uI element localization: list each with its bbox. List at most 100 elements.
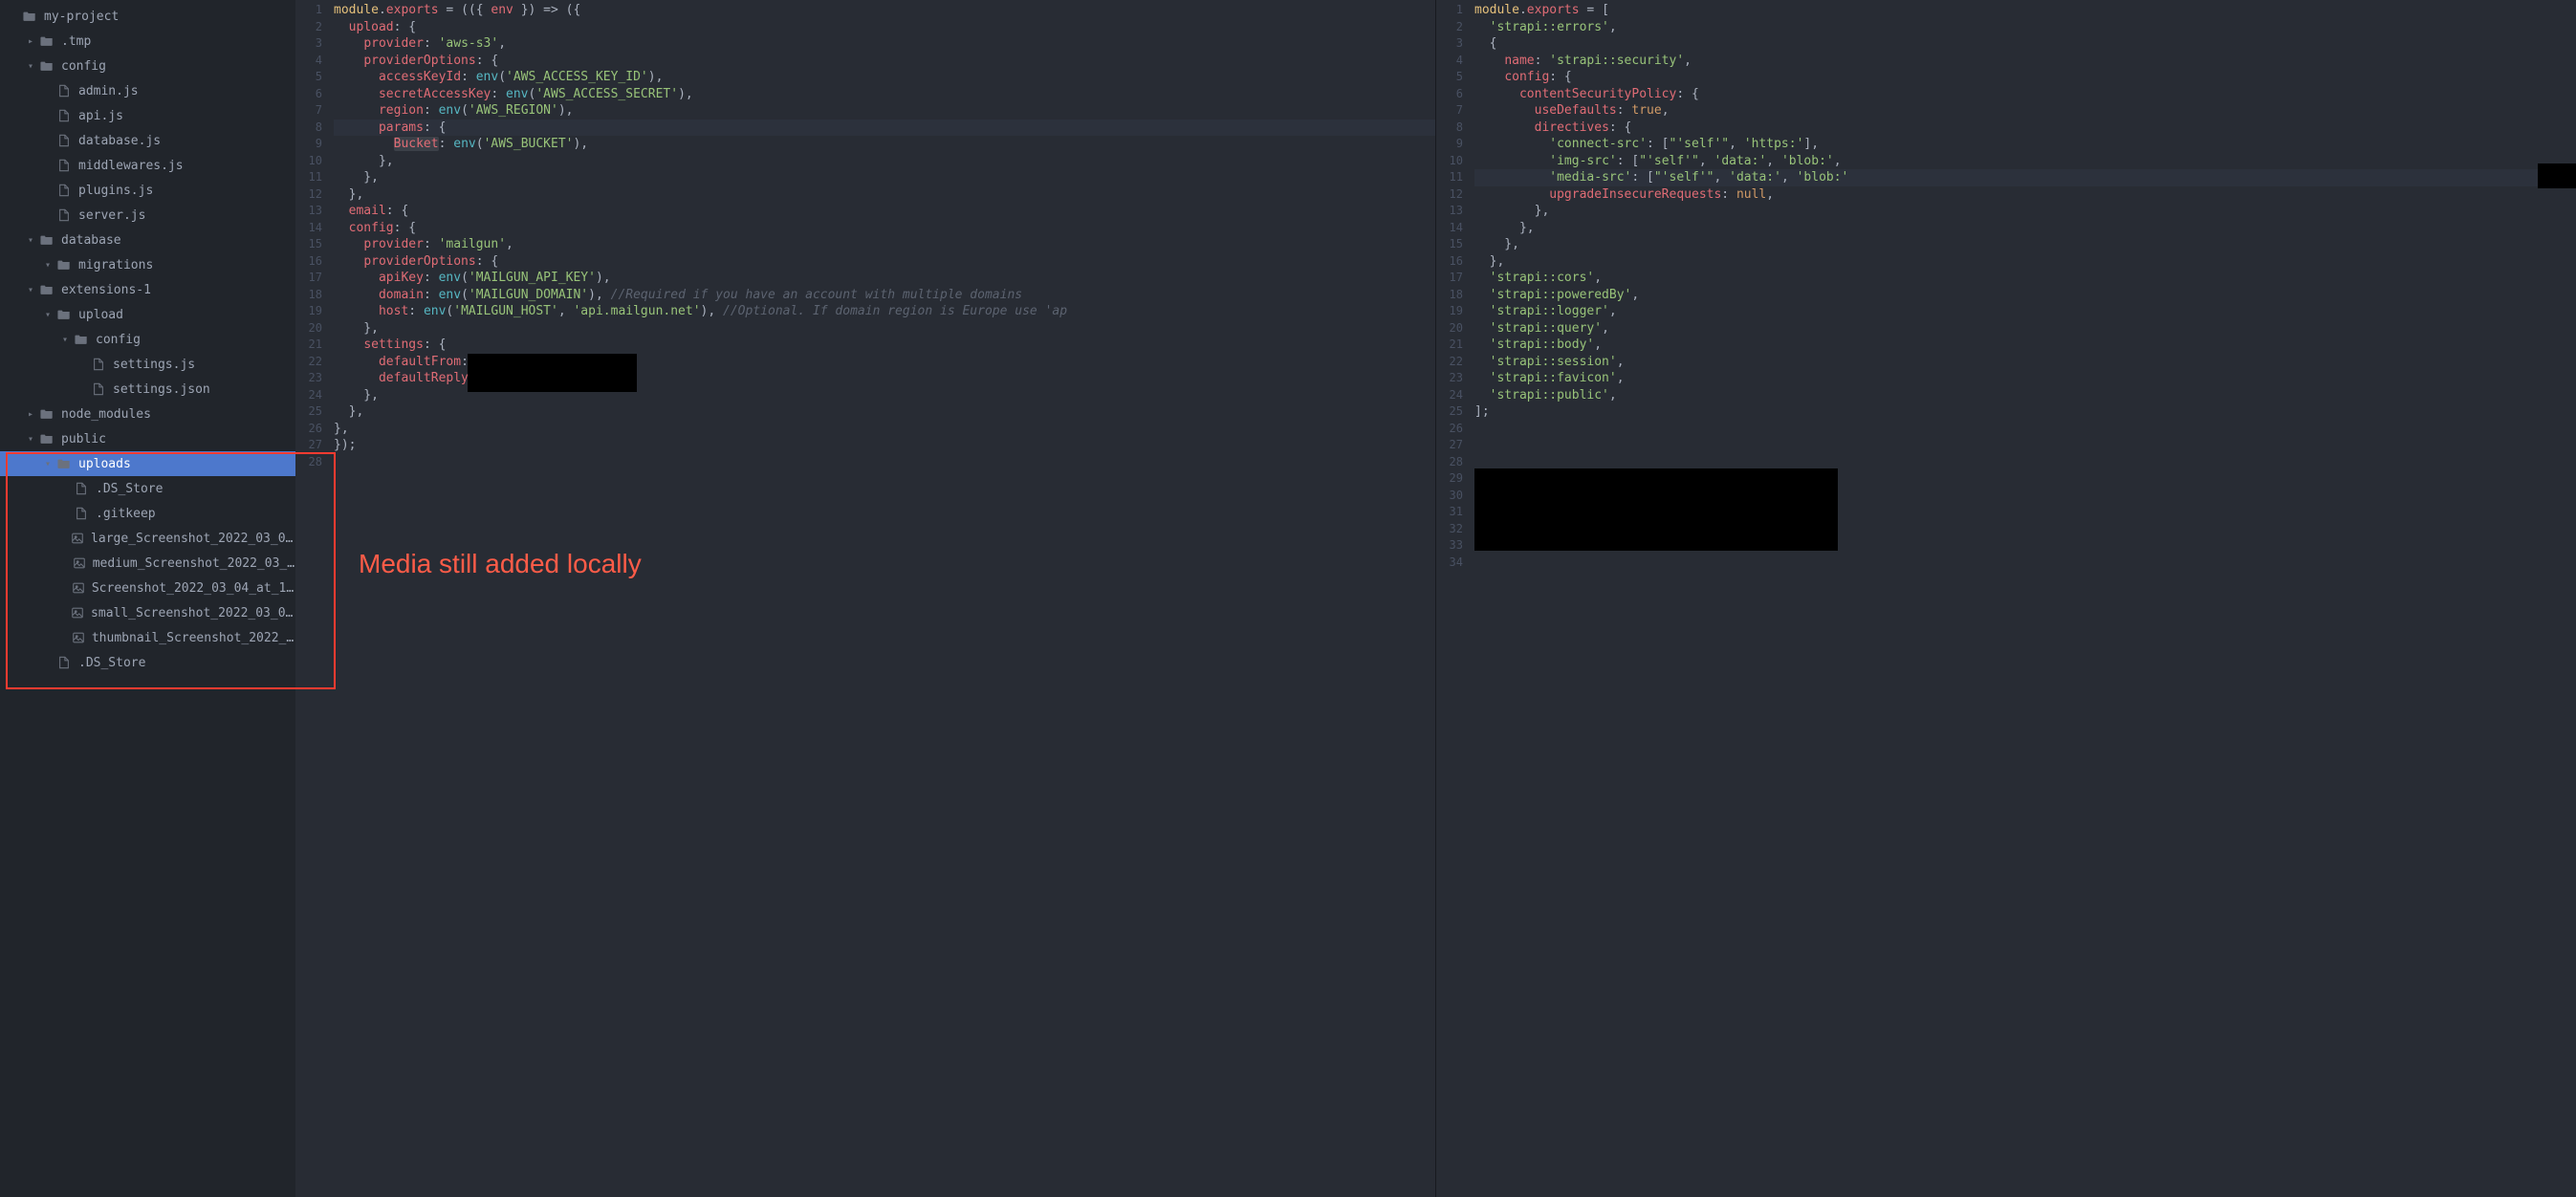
code-line[interactable]: 'media-src': ["'self'", 'data:', 'blob:' [1474, 169, 2576, 186]
tree-folder[interactable]: ▸my-project [0, 4, 295, 29]
tree-folder[interactable]: ▸node_modules [0, 402, 295, 426]
tree-folder[interactable]: ▾public [0, 426, 295, 451]
file-icon [55, 109, 73, 122]
code-line[interactable]: }); [334, 437, 1435, 454]
code-line[interactable]: directives: { [1474, 120, 2576, 137]
tree-file[interactable]: ▸settings.js [0, 352, 295, 377]
code-line[interactable]: ]; [1474, 403, 2576, 421]
tree-file[interactable]: ▸medium_Screenshot_2022_03_04_a [0, 551, 295, 576]
code-line[interactable]: 'strapi::body', [1474, 337, 2576, 354]
code-area[interactable]: module.exports = (({ env }) => ({ upload… [334, 0, 1435, 1197]
code-line[interactable]: { [1474, 35, 2576, 53]
editor-pane-right[interactable]: 1234567891011121314151617181920212223242… [1435, 0, 2576, 1197]
code-line[interactable]: }, [334, 320, 1435, 337]
tree-file[interactable]: ▸large_Screenshot_2022_03_04_at_1 [0, 526, 295, 551]
tree-file[interactable]: ▸server.js [0, 203, 295, 228]
tree-file[interactable]: ▸database.js [0, 128, 295, 153]
code-line[interactable]: params: { [334, 120, 1435, 137]
code-line[interactable]: accessKeyId: env('AWS_ACCESS_KEY_ID'), [334, 69, 1435, 86]
code-line[interactable]: }, [334, 403, 1435, 421]
code-line[interactable]: 'strapi::public', [1474, 387, 2576, 404]
code-line[interactable]: domain: env('MAILGUN_DOMAIN'), //Require… [334, 287, 1435, 304]
chevron-icon[interactable]: ▾ [40, 260, 55, 271]
code-line[interactable]: email: { [334, 203, 1435, 220]
tree-file[interactable]: ▸api.js [0, 103, 295, 128]
code-line[interactable]: config: { [1474, 69, 2576, 86]
code-line[interactable]: apiKey: env('MAILGUN_API_KEY'), [334, 270, 1435, 287]
code-line[interactable]: }, [334, 186, 1435, 204]
code-line[interactable]: 'strapi::poweredBy', [1474, 287, 2576, 304]
code-line[interactable] [1474, 555, 2576, 572]
tree-file[interactable]: ▸settings.json [0, 377, 295, 402]
code-line[interactable]: 'strapi::cors', [1474, 270, 2576, 287]
chevron-icon[interactable]: ▾ [40, 310, 55, 320]
code-line[interactable]: 'img-src': ["'self'", 'data:', 'blob:', [1474, 153, 2576, 170]
tree-folder[interactable]: ▾database [0, 228, 295, 252]
tree-file[interactable]: ▸Screenshot_2022_03_04_at_14_57_ [0, 576, 295, 600]
line-number: 10 [1436, 153, 1463, 170]
code-line[interactable]: upgradeInsecureRequests: null, [1474, 186, 2576, 204]
code-line[interactable]: }, [334, 153, 1435, 170]
tree-folder[interactable]: ▾extensions-1 [0, 277, 295, 302]
tree-folder[interactable]: ▾migrations [0, 252, 295, 277]
code-line[interactable]: 'strapi::favicon', [1474, 370, 2576, 387]
code-line[interactable]: providerOptions: { [334, 253, 1435, 271]
file-explorer-sidebar[interactable]: ▸my-project▸.tmp▾config▸admin.js▸api.js▸… [0, 0, 295, 1197]
code-line[interactable]: contentSecurityPolicy: { [1474, 86, 2576, 103]
code-line[interactable]: useDefaults: true, [1474, 102, 2576, 120]
tree-folder[interactable]: ▾uploads [0, 451, 295, 476]
chevron-icon[interactable]: ▾ [23, 61, 38, 72]
tree-folder[interactable]: ▾config [0, 54, 295, 78]
folder-icon [55, 308, 73, 321]
code-line[interactable]: Bucket: env('AWS_BUCKET'), [334, 136, 1435, 153]
code-line[interactable]: 'strapi::session', [1474, 354, 2576, 371]
tree-file[interactable]: ▸admin.js [0, 78, 295, 103]
editor-pane-left[interactable]: 1234567891011121314151617181920212223242… [295, 0, 1435, 1197]
code-line[interactable]: providerOptions: { [334, 53, 1435, 70]
chevron-icon[interactable]: ▸ [23, 409, 38, 420]
code-line[interactable] [334, 454, 1435, 471]
tree-file[interactable]: ▸.DS_Store [0, 476, 295, 501]
tree-file[interactable]: ▸plugins.js [0, 178, 295, 203]
code-line[interactable]: 'strapi::errors', [1474, 19, 2576, 36]
tree-file[interactable]: ▸small_Screenshot_2022_03_04_at_1 [0, 600, 295, 625]
code-line[interactable]: provider: 'aws-s3', [334, 35, 1435, 53]
code-line[interactable] [1474, 421, 2576, 438]
tree-folder[interactable]: ▾config [0, 327, 295, 352]
code-line[interactable]: 'strapi::logger', [1474, 303, 2576, 320]
tree-file[interactable]: ▸.DS_Store [0, 650, 295, 675]
code-line[interactable]: provider: 'mailgun', [334, 236, 1435, 253]
line-number: 15 [1436, 236, 1463, 253]
code-line[interactable]: }, [1474, 236, 2576, 253]
chevron-icon[interactable]: ▾ [57, 335, 73, 345]
chevron-icon[interactable]: ▾ [23, 285, 38, 295]
code-line[interactable]: module.exports = [ [1474, 2, 2576, 19]
tree-folder[interactable]: ▾upload [0, 302, 295, 327]
code-area[interactable]: module.exports = [ 'strapi::errors', { n… [1474, 0, 2576, 1197]
code-line[interactable]: }, [1474, 253, 2576, 271]
tree-file[interactable]: ▸.gitkeep [0, 501, 295, 526]
tree-file[interactable]: ▸middlewares.js [0, 153, 295, 178]
line-number: 28 [1436, 454, 1463, 471]
code-line[interactable]: secretAccessKey: env('AWS_ACCESS_SECRET'… [334, 86, 1435, 103]
code-line[interactable]: upload: { [334, 19, 1435, 36]
chevron-icon[interactable]: ▸ [23, 36, 38, 47]
code-line[interactable]: }, [1474, 203, 2576, 220]
code-line[interactable]: settings: { [334, 337, 1435, 354]
tree-folder[interactable]: ▸.tmp [0, 29, 295, 54]
code-line[interactable]: }, [334, 169, 1435, 186]
code-line[interactable]: host: env('MAILGUN_HOST', 'api.mailgun.n… [334, 303, 1435, 320]
code-line[interactable]: }, [1474, 220, 2576, 237]
chevron-icon[interactable]: ▾ [23, 434, 38, 445]
chevron-icon[interactable]: ▾ [40, 459, 55, 469]
code-line[interactable]: name: 'strapi::security', [1474, 53, 2576, 70]
code-line[interactable]: region: env('AWS_REGION'), [334, 102, 1435, 120]
code-line[interactable]: 'connect-src': ["'self'", 'https:'], [1474, 136, 2576, 153]
code-line[interactable]: }, [334, 421, 1435, 438]
chevron-icon[interactable]: ▾ [23, 235, 38, 246]
code-line[interactable] [1474, 437, 2576, 454]
tree-file[interactable]: ▸thumbnail_Screenshot_2022_03_04 [0, 625, 295, 650]
code-line[interactable]: config: { [334, 220, 1435, 237]
code-line[interactable]: module.exports = (({ env }) => ({ [334, 2, 1435, 19]
code-line[interactable]: 'strapi::query', [1474, 320, 2576, 337]
